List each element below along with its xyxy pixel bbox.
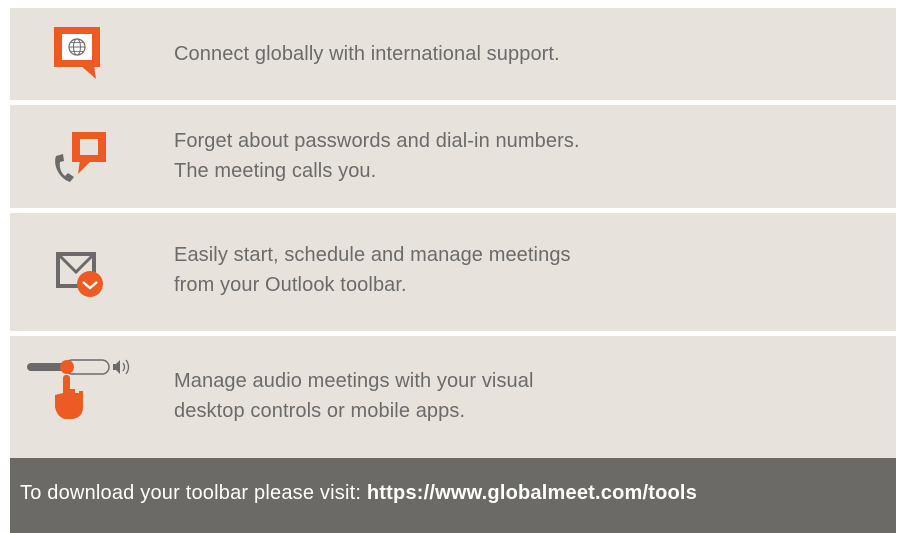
phone-chat-icon bbox=[10, 105, 150, 208]
feature-row-outlook: Easily start, schedule and manage meetin… bbox=[10, 213, 896, 331]
feature-row-audio: Manage audio meetings with your visual d… bbox=[10, 336, 896, 458]
feature-line: Manage audio meetings with your visual bbox=[174, 370, 534, 392]
feature-list: Connect globally with international supp… bbox=[10, 8, 896, 458]
outlook-clock-icon bbox=[10, 213, 150, 331]
feature-line: Connect globally with international supp… bbox=[174, 43, 560, 65]
feature-line: Forget about passwords and dial-in numbe… bbox=[174, 130, 580, 152]
download-banner: To download your toolbar please visit: h… bbox=[10, 458, 896, 533]
feature-line: Easily start, schedule and manage meetin… bbox=[174, 244, 571, 266]
download-text: To download your toolbar please visit: h… bbox=[20, 482, 697, 505]
feature-text: Easily start, schedule and manage meetin… bbox=[174, 240, 571, 300]
download-link[interactable]: https://www.globalmeet.com/tools bbox=[367, 482, 697, 504]
download-prefix: To download your toolbar please visit: bbox=[20, 482, 367, 504]
feature-row-global: Connect globally with international supp… bbox=[10, 8, 896, 100]
feature-row-callme: Forget about passwords and dial-in numbe… bbox=[10, 105, 896, 208]
feature-text: Forget about passwords and dial-in numbe… bbox=[174, 126, 580, 186]
feature-line: The meeting calls you. bbox=[174, 160, 377, 182]
feature-line: from your Outlook toolbar. bbox=[174, 274, 407, 296]
feature-text: Connect globally with international supp… bbox=[174, 39, 560, 69]
feature-line: desktop controls or mobile apps. bbox=[174, 400, 466, 422]
globe-chat-icon bbox=[10, 8, 150, 100]
feature-text: Manage audio meetings with your visual d… bbox=[174, 366, 534, 426]
audio-slider-hand-icon bbox=[10, 336, 150, 458]
